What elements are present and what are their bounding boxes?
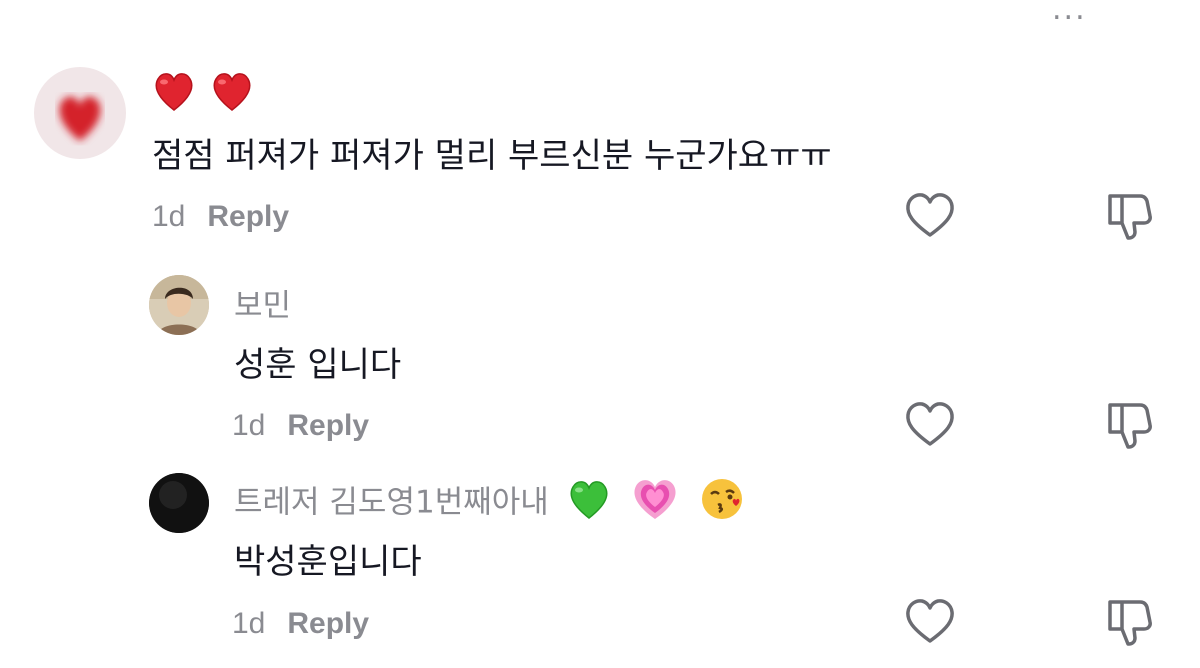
comment-item: 점점 퍼져가 퍼져가 멀리 부르신분 누군가요ㅠㅠ 1d Reply <box>0 0 1200 260</box>
dark-avatar-icon <box>149 473 209 533</box>
commenter-name[interactable]: 트레저 김도영1번째아내 <box>234 476 746 521</box>
thumbs-down-icon <box>1108 600 1152 646</box>
thumbs-down-icon <box>1108 403 1152 449</box>
kissing-face-emoji <box>702 479 743 519</box>
comment-item: 보민 성훈 입니다 1d Reply <box>0 260 1200 460</box>
like-button[interactable] <box>902 397 958 453</box>
comment-age: 1d <box>232 607 266 640</box>
commenter-avatar[interactable] <box>149 275 209 335</box>
comment-text: 성훈 입니다 <box>234 345 402 385</box>
comment-meta: 1d Reply <box>232 606 369 641</box>
comment-age: 1d <box>152 200 186 233</box>
heart-outline-icon <box>906 402 954 446</box>
commenter-avatar[interactable] <box>149 473 209 533</box>
red-heart-emoji <box>213 73 251 111</box>
commenter-name[interactable]: 보민 <box>234 280 291 325</box>
like-button[interactable] <box>902 188 958 244</box>
comment-age: 1d <box>232 409 266 442</box>
comment-text: 박성훈입니다 <box>234 542 422 582</box>
thumbs-down-icon <box>1108 194 1152 240</box>
comment-item: 트레저 김도영1번째아내 박성훈입니다 1d Reply <box>0 460 1200 668</box>
commenter-avatar[interactable] <box>34 67 126 159</box>
heart-avatar-icon <box>59 96 101 141</box>
green-heart-emoji <box>570 481 608 519</box>
commenter-name-text: 트레저 김도영1번째아내 <box>234 484 549 521</box>
comment-text: 점점 퍼져가 퍼져가 멀리 부르신분 누군가요ㅠㅠ <box>152 136 832 176</box>
comment-meta: 1d Reply <box>232 408 369 443</box>
dislike-button[interactable] <box>1102 188 1158 244</box>
growing-heart-emoji <box>633 480 676 519</box>
reply-button[interactable]: Reply <box>207 200 289 233</box>
commenter-name[interactable] <box>152 70 254 114</box>
dislike-button[interactable] <box>1102 397 1158 453</box>
heart-outline-icon <box>906 193 954 237</box>
user-photo-avatar-icon <box>149 275 209 335</box>
reply-button[interactable]: Reply <box>287 409 369 442</box>
comment-thread: ... 점점 퍼져가 퍼져가 멀리 부르신분 누군가요ㅠㅠ 1d Reply 보… <box>0 0 1200 668</box>
reply-button[interactable]: Reply <box>287 607 369 640</box>
comment-meta: 1d Reply <box>152 199 289 234</box>
like-button[interactable] <box>902 594 958 650</box>
red-heart-emoji <box>155 73 193 111</box>
dislike-button[interactable] <box>1102 594 1158 650</box>
heart-outline-icon <box>906 599 954 643</box>
